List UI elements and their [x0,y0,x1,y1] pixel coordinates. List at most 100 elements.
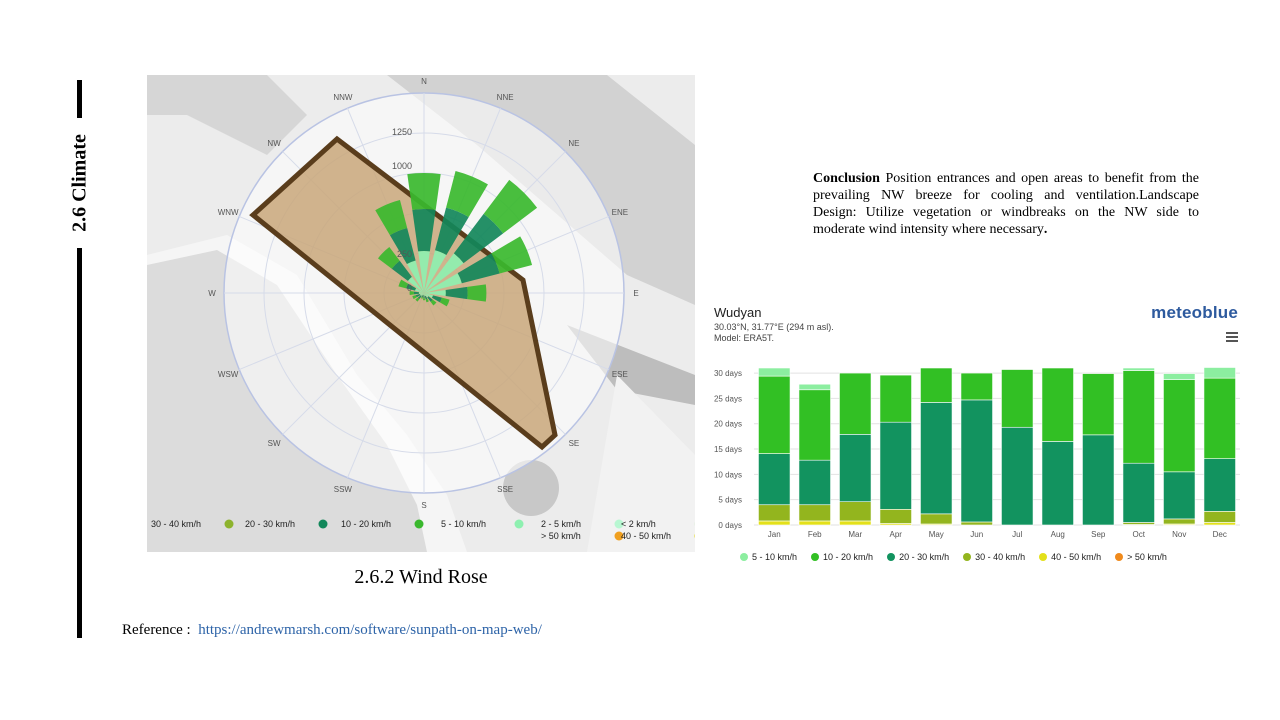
rose-direction-label: E [633,289,638,298]
bar-segment [1082,434,1115,526]
bar-segment [758,367,791,377]
bar-segment [920,367,953,403]
bar-segment [1163,471,1196,520]
rose-legend-label: 40 - 50 km/h [621,531,671,541]
section-title: 2.6 Climate [68,134,91,232]
rose-direction-label: WNW [218,208,239,217]
title-bar-bottom [77,248,82,638]
rose-legend-label: < 2 km/h [621,519,656,529]
bar-segment [758,453,791,506]
chart-legend-dot [1039,553,1048,561]
bar-segment [798,459,831,506]
chart-legend-label: 20 - 30 km/h [899,552,950,562]
bar-segment [1001,369,1034,428]
rose-petal-n [407,173,441,210]
chart-x-tick: Nov [1172,530,1186,539]
wind-rose-svg: N NNW NW WNW W WSW SW SSW S SSE SE ESE E ENE NE NNE 1250… [147,75,695,552]
bar-segment [1041,367,1074,442]
bar-segment [1203,458,1236,512]
chart-legend-item[interactable]: 20 - 30 km/h [887,552,949,562]
bar-segment [1163,379,1196,473]
rose-legend-label: 30 - 40 km/h [151,519,201,529]
rose-petal-s [422,297,426,301]
bar-segment [1203,511,1236,523]
chart-legend-item[interactable]: 30 - 40 km/h [963,552,1025,562]
rose-direction-label: SW [268,439,281,448]
wind-speed-chart: 0 days 5 days 10 days 15 days 20 days 25 days… [712,300,1246,570]
chart-x-tick: Jul [1012,530,1022,539]
chart-legend-item[interactable]: 40 - 50 km/h [1039,552,1101,562]
conclusion-heading: Conclusion [813,171,880,186]
title-bar-top [77,80,82,118]
chart-legend-label: 40 - 50 km/h [1051,552,1102,562]
chart-x-tick: Oct [1133,530,1146,539]
bar-segment [920,513,953,525]
wind-rose-caption: 2.6.2 Wind Rose [354,566,488,588]
bar-segment [1122,367,1155,371]
chart-legend-label: > 50 km/h [1127,552,1167,562]
bar-segment [1203,367,1236,379]
rose-legend-label: 2 - 5 km/h [541,519,581,529]
rose-legend-label: 5 - 10 km/h [441,519,486,529]
bar-segment [839,434,872,503]
bar-segment [920,402,953,515]
chart-legend-item[interactable]: 10 - 20 km/h [811,552,873,562]
chart-legend: 5 - 10 km/h 10 - 20 km/h 20 - 30 km/h 30 - … [740,552,1167,562]
rose-radial-tick: 0 [407,283,412,293]
rose-direction-label: ESE [612,370,628,379]
chart-x-tick: Apr [890,530,903,539]
rose-legend-label: 20 - 30 km/h [245,519,295,529]
chart-model: Model: ERA5T. [714,333,775,343]
bar-segment [879,374,912,423]
chart-x-tick: Jan [768,530,781,539]
conclusion-text: Conclusion Position entrances and open a… [813,170,1199,238]
bar-segment [798,520,831,526]
chart-x-tick: May [929,530,944,539]
bar-segment [1122,522,1155,525]
bar-segment [1203,377,1236,459]
bar-segment [798,504,831,522]
bar-segment [960,521,993,526]
chart-menu-icon[interactable] [1226,332,1238,344]
bar-segment [758,520,791,526]
rose-radial-tick: 250 [397,249,412,259]
rose-legend-dot [514,519,524,529]
chart-y-tick: 15 days [714,445,742,454]
rose-direction-label: NNW [333,93,353,102]
chart-legend-dot [963,553,972,561]
chart-x-tick: Jun [970,530,983,539]
chart-location-title: Wudyan [714,305,762,320]
chart-legend-item[interactable]: > 50 km/h [1115,552,1167,562]
chart-legend-item[interactable]: 5 - 10 km/h [740,552,797,562]
chart-x-tick: Feb [808,530,822,539]
chart-coords: 30.03°N, 31.77°E (294 m asl). [714,322,834,332]
rose-legend-dot [224,519,234,529]
bar-segment [1163,518,1196,525]
bar-segment [758,375,791,454]
rose-radial-tick: 1000 [392,161,412,171]
bar-segment [1122,370,1155,464]
chart-y-tick: 20 days [714,420,742,429]
reference-label: Reference : [122,622,191,638]
bar-segment [758,504,791,522]
chart-y-tick: 10 days [714,470,742,479]
map-block-nw [147,75,307,155]
reference-link[interactable]: https://andrewmarsh.com/software/sunpath… [198,622,542,638]
chart-y-tick: 0 days [718,521,742,530]
bar-segment [1082,373,1115,436]
bar-segment [839,520,872,526]
rose-radial-tick: 1250 [392,127,412,137]
chart-y-tick: 25 days [714,394,742,403]
rose-legend-dot [318,519,328,529]
rose-direction-label: SSE [497,485,513,494]
rose-direction-label: W [208,289,216,298]
bar-segment [798,383,831,391]
rose-direction-label: WSW [218,370,239,379]
bar-segment [1001,426,1034,526]
bar-segment [1041,441,1074,526]
meteoblue-logo: meteoblue [1151,303,1238,322]
chart-legend-label: 30 - 40 km/h [975,552,1026,562]
rose-legend-dot [414,519,424,529]
bar-segment [798,389,831,461]
reference: Reference : https://andrewmarsh.com/soft… [122,622,542,639]
